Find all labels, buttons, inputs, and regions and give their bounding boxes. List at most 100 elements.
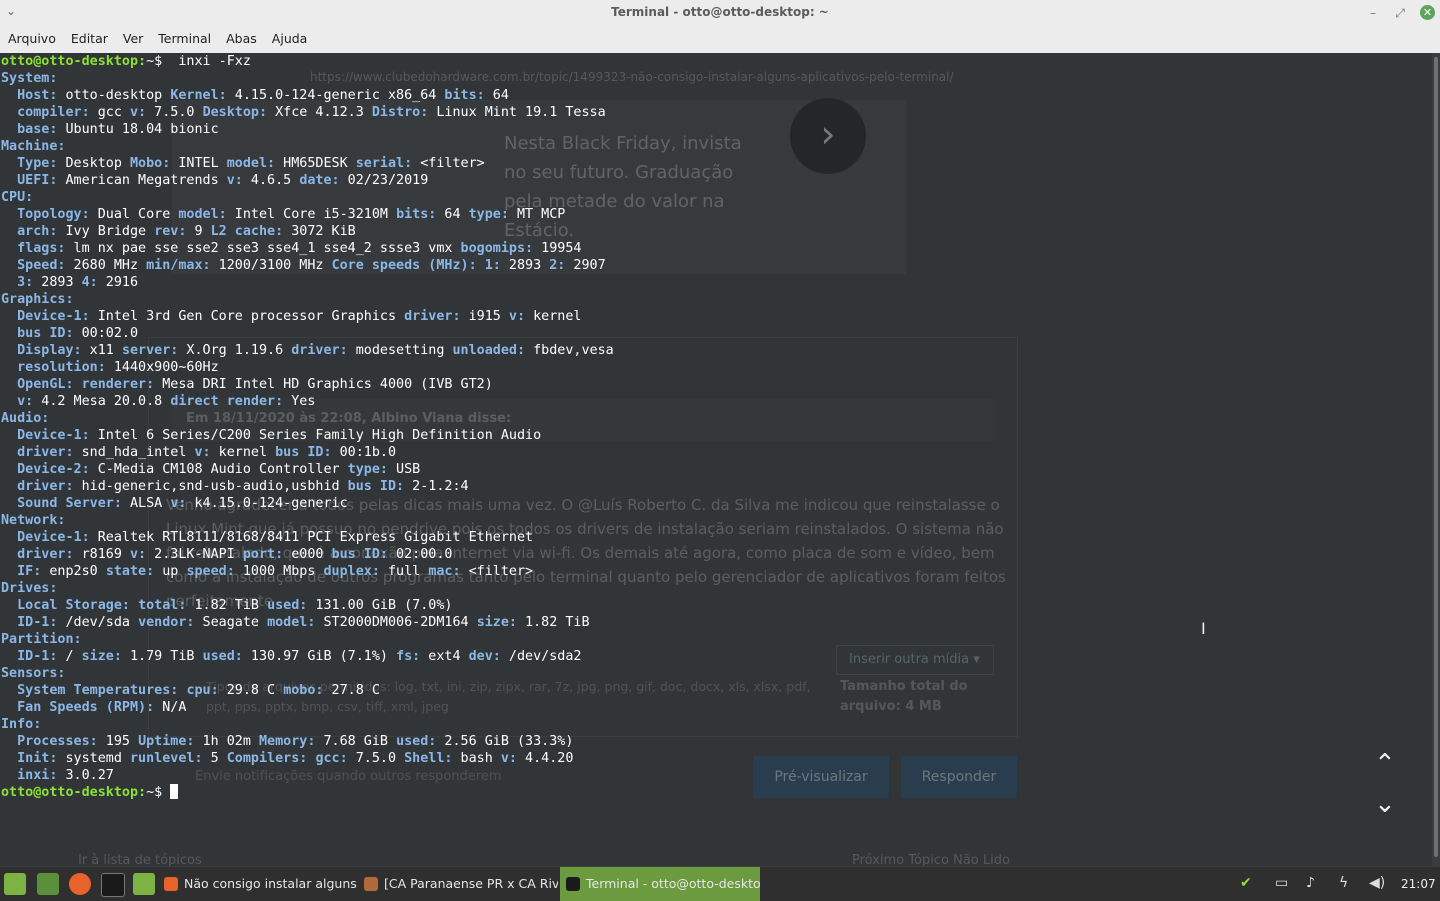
terminal-text: full <box>379 564 429 579</box>
terminal-key: base: <box>17 122 58 137</box>
terminal-line: Graphics: <box>1 291 614 308</box>
terminal-line: v: 4.2 Mesa 20.0.8 direct render: Yes <box>1 393 614 410</box>
terminal-key: CPU: <box>1 190 34 205</box>
terminal-key: ID-1: <box>17 615 58 630</box>
menu-terminal[interactable]: Terminal <box>150 27 218 46</box>
clock[interactable]: 21:07 <box>1401 877 1436 891</box>
terminal-line: System Temperatures: cpu: 29.8 C mobo: 2… <box>1 682 614 699</box>
terminal-key: v: <box>17 394 34 409</box>
terminal-text: 2893 <box>33 275 82 290</box>
terminal-text: 4.15.0-124-generic x86_64 <box>226 88 445 103</box>
terminal-key: mobo: <box>283 683 324 698</box>
terminal-key: bogomips: <box>460 241 534 256</box>
terminal-key: System Temperatures: <box>17 683 179 698</box>
task-firefox[interactable]: Não consigo instalar alguns ... <box>158 867 358 901</box>
task-media[interactable]: [CA Paranaense PR x CA Riv... <box>358 867 558 901</box>
terminal-key: driver: <box>17 445 74 460</box>
terminal-line: driver: r8169 v: 2.3LK-NAPI port: e000 b… <box>1 546 614 563</box>
terminal-text: <filter> <box>460 564 534 579</box>
terminal-text: 3.0.27 <box>57 768 114 783</box>
terminal-key: Device-1: <box>17 309 90 324</box>
terminal-line: bus ID: 00:02.0 <box>1 325 614 342</box>
menu-abas[interactable]: Abas <box>218 27 264 46</box>
terminal-key: Type: <box>17 156 58 171</box>
terminal-line: Drives: <box>1 580 614 597</box>
terminal-key: Display: <box>17 343 82 358</box>
terminal-line: base: Ubuntu 18.04 bionic <box>1 121 614 138</box>
notification-bell-icon[interactable]: ♪ <box>1306 875 1315 891</box>
terminal-text: 7.68 GiB <box>315 734 397 749</box>
terminal-text: C-Media CM108 Audio Controller <box>89 462 348 477</box>
terminal-text: enp2s0 <box>41 564 106 579</box>
display-icon[interactable]: ▭ <box>1275 875 1288 891</box>
terminal-line: System: <box>1 70 614 87</box>
terminal-text: Ubuntu 18.04 bionic <box>57 122 219 137</box>
terminal-text: Intel Core i5-3210M <box>226 207 397 222</box>
terminal-line: Info: <box>1 716 614 733</box>
terminal-line: Device-2: C-Media CM108 Audio Controller… <box>1 461 614 478</box>
terminal-line: driver: hid-generic,snd-usb-audio,usbhid… <box>1 478 614 495</box>
mouse-ibeam-cursor-icon: I <box>1201 619 1206 638</box>
terminal-key: cpu: <box>186 683 219 698</box>
scrollbar-thumb[interactable] <box>1434 57 1438 857</box>
terminal-key: Network: <box>1 513 66 528</box>
terminal-area[interactable]: https://www.clubedohardware.com.br/topic… <box>0 53 1432 866</box>
terminal-text: ALSA <box>121 496 171 511</box>
terminal-text: Xfce 4.12.3 <box>267 105 372 120</box>
terminal-key: 3: <box>17 275 34 290</box>
terminal-text: 2893 <box>500 258 550 273</box>
close-icon[interactable]: ✕ <box>1420 5 1435 20</box>
terminal-key: Drives: <box>1 581 58 596</box>
terminal-key: driver: <box>404 309 461 324</box>
terminal-text: ext4 <box>420 649 469 664</box>
menu-ver[interactable]: Ver <box>115 27 150 46</box>
ghost-reply-button: Responder <box>901 756 1017 798</box>
show-desktop-icon[interactable] <box>37 873 59 895</box>
files-launcher-icon[interactable] <box>133 873 155 895</box>
terminal-text: 4.6.5 <box>242 173 300 188</box>
terminal-text: 1h 02m <box>194 734 259 749</box>
terminal-key: speed: <box>186 564 235 579</box>
terminal-text: bash <box>452 751 501 766</box>
firefox-launcher-icon[interactable] <box>69 873 91 895</box>
terminal-key: OpenGL: <box>17 377 74 392</box>
terminal-key: compiler: <box>17 105 90 120</box>
terminal-text: 7.5.0 <box>347 751 405 766</box>
terminal-text: 3072 KiB <box>283 224 356 239</box>
terminal-line: arch: Ivy Bridge rev: 9 L2 cache: 3072 K… <box>1 223 614 240</box>
terminal-key: v: <box>508 309 526 324</box>
terminal-key: mac: <box>428 564 461 579</box>
window-titlebar[interactable]: ⌄ Terminal - otto@otto-desktop: ~ – ⤢ ✕ <box>0 0 1440 27</box>
mint-menu-icon[interactable] <box>4 873 26 895</box>
terminal-key: flags: <box>17 241 66 256</box>
task-terminal[interactable]: Terminal - otto@otto-deskto... <box>560 867 760 901</box>
terminal-key: Machine: <box>1 139 66 154</box>
menu-ajuda[interactable]: Ajuda <box>264 27 315 46</box>
taskbar: Não consigo instalar alguns ... [CA Para… <box>0 866 1440 901</box>
terminal-scrollbar[interactable] <box>1432 53 1440 866</box>
volume-icon[interactable]: ◀) <box>1369 875 1385 891</box>
terminal-text: 1000 Mbps <box>234 564 324 579</box>
terminal-line: Device-1: Realtek RTL8111/8168/8411 PCI … <box>1 529 614 546</box>
terminal-launcher-icon[interactable] <box>101 873 125 897</box>
terminal-key: Kernel: <box>170 88 227 103</box>
power-icon[interactable]: ϟ <box>1339 875 1348 891</box>
shield-icon[interactable]: ✔ <box>1240 875 1252 891</box>
terminal-key: 2: <box>549 258 566 273</box>
minimize-icon[interactable]: – <box>1364 4 1382 22</box>
terminal-prompt: otto@otto-desktop: <box>1 785 147 800</box>
terminal-line: compiler: gcc v: 7.5.0 Desktop: Xfce 4.1… <box>1 104 614 121</box>
terminal-line: Processes: 195 Uptime: 1h 02m Memory: 7.… <box>1 733 614 750</box>
maximize-icon[interactable]: ⤢ <box>1391 4 1409 22</box>
terminal-key: L2 cache: <box>210 224 284 239</box>
menu-arquivo[interactable]: Arquivo <box>0 27 63 46</box>
menu-editar[interactable]: Editar <box>63 27 115 46</box>
